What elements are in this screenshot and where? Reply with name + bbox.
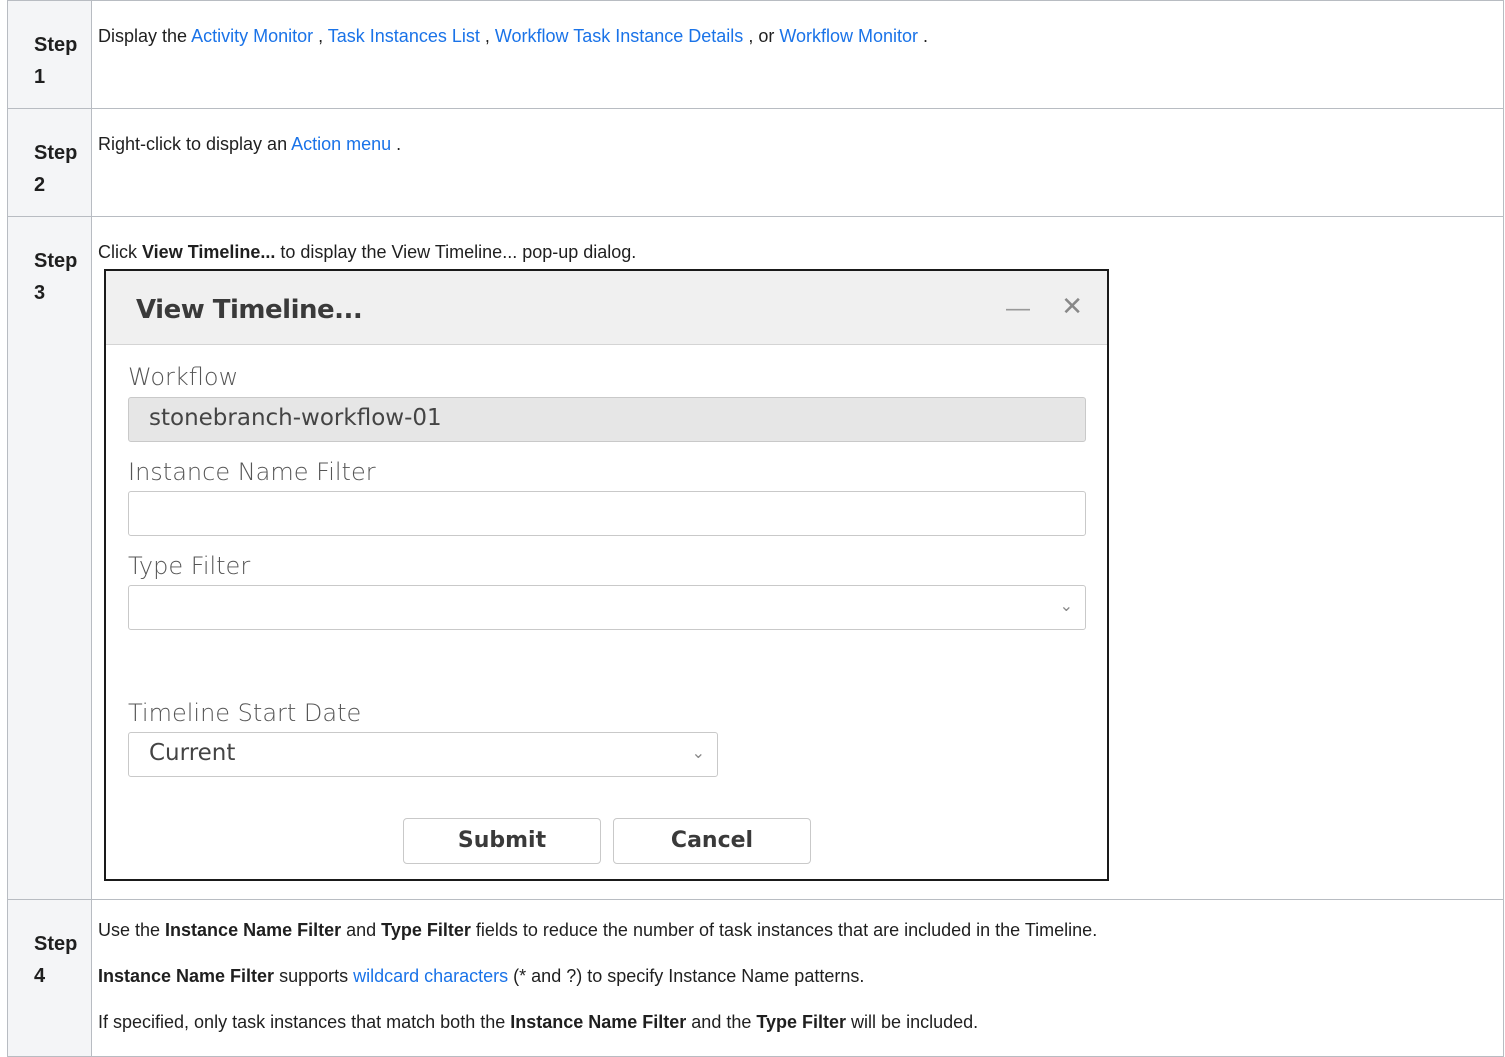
separator: . <box>391 134 402 154</box>
timeline-start-date-value: Current <box>149 740 236 766</box>
step-body-1: Display the Activity Monitor , Task Inst… <box>91 0 1504 109</box>
text: supports <box>274 966 354 986</box>
text: If specified, only task instances that m… <box>98 1012 511 1032</box>
link-action-menu[interactable]: Action menu <box>291 134 391 154</box>
step-header-4: Step 4 <box>7 899 92 1057</box>
step-text: to display the View Timeline... pop-up d… <box>275 242 637 262</box>
chevron-down-icon: ⌄ <box>1059 596 1073 615</box>
step-label: Step 3 <box>34 250 78 304</box>
minimize-icon[interactable]: — <box>1006 295 1030 323</box>
type-filter-label: Type Filter <box>128 552 251 580</box>
step-bold-text: View Timeline... <box>142 242 276 262</box>
step-body-2: Right-click to display an Action menu . <box>91 108 1504 217</box>
step4-line-1: Use the Instance Name Filter and Type Fi… <box>98 918 1503 942</box>
step-label: Step 4 <box>34 933 78 987</box>
separator: . <box>918 26 929 46</box>
chevron-down-icon: ⌄ <box>691 743 705 762</box>
bold-text: Instance Name Filter <box>165 920 342 940</box>
timeline-start-date-label: Timeline Start Date <box>128 699 362 727</box>
type-filter-select[interactable]: ⌄ <box>128 585 1086 630</box>
step-row-2: Step 2 Right-click to display an Action … <box>7 108 1504 217</box>
text: and the <box>686 1012 757 1032</box>
link-wildcard-characters[interactable]: wildcard characters <box>353 966 508 986</box>
step-body-4: Use the Instance Name Filter and Type Fi… <box>91 899 1504 1057</box>
cancel-button[interactable]: Cancel <box>613 818 811 864</box>
separator: , or <box>743 26 780 46</box>
step-text: Display the <box>98 26 192 46</box>
step-label: Step 2 <box>34 142 78 196</box>
view-timeline-dialog: View Timeline... — ✕ Workflow stonebranc… <box>104 269 1109 881</box>
step4-line-3: If specified, only task instances that m… <box>98 1010 1503 1034</box>
workflow-value: stonebranch-workflow-01 <box>149 405 442 431</box>
step-text: Click <box>98 242 142 262</box>
close-icon[interactable]: ✕ <box>1061 291 1083 322</box>
separator: , <box>313 26 328 46</box>
bold-text: Instance Name Filter <box>98 966 275 986</box>
text: fields to reduce the number of task inst… <box>470 920 1098 940</box>
link-activity-monitor[interactable]: Activity Monitor <box>191 26 313 46</box>
text: will be included. <box>846 1012 979 1032</box>
dialog-title: View Timeline... <box>136 295 363 325</box>
dialog-titlebar[interactable]: View Timeline... — ✕ <box>106 271 1107 345</box>
instance-name-filter-input[interactable] <box>128 491 1086 536</box>
workflow-field: stonebranch-workflow-01 <box>128 397 1086 442</box>
text: and <box>341 920 382 940</box>
separator: , <box>479 26 495 46</box>
instance-name-filter-label: Instance Name Filter <box>128 458 376 486</box>
workflow-label: Workflow <box>128 363 239 391</box>
link-workflow-monitor[interactable]: Workflow Monitor <box>779 26 918 46</box>
step-header-3: Step 3 <box>7 216 92 900</box>
bold-text: Type Filter <box>756 1012 847 1032</box>
step-header-1: Step 1 <box>7 0 92 109</box>
submit-button[interactable]: Submit <box>403 818 601 864</box>
bold-text: Instance Name Filter <box>510 1012 687 1032</box>
timeline-start-date-select[interactable]: Current ⌄ <box>128 732 718 777</box>
link-workflow-task-instance-details[interactable]: Workflow Task Instance Details <box>495 26 743 46</box>
step-row-4: Step 4 Use the Instance Name Filter and … <box>7 899 1504 1057</box>
bold-text: Type Filter <box>381 920 471 940</box>
step4-line-2: Instance Name Filter supports wildcard c… <box>98 964 1503 988</box>
step-label: Step 1 <box>34 34 78 88</box>
text: Use the <box>98 920 166 940</box>
text: (* and ?) to specify Instance Name patte… <box>508 966 865 986</box>
step-text: Right-click to display an <box>98 134 292 154</box>
link-task-instances-list[interactable]: Task Instances List <box>328 26 480 46</box>
step-header-2: Step 2 <box>7 108 92 217</box>
step-row-1: Step 1 Display the Activity Monitor , Ta… <box>7 0 1504 109</box>
